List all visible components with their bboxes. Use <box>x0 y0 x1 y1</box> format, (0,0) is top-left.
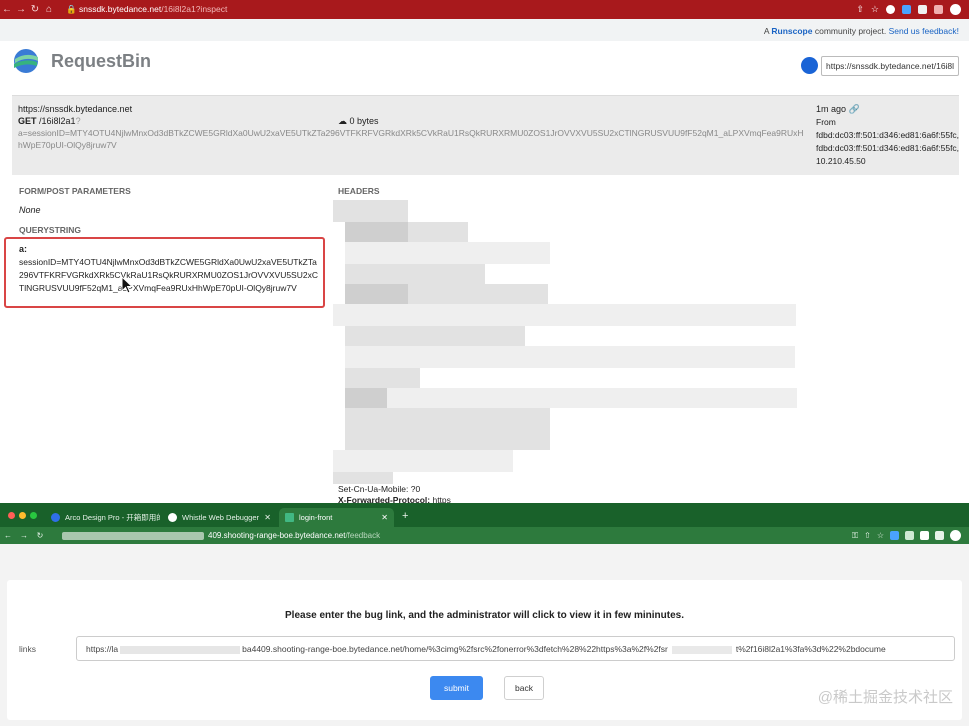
profile-avatar[interactable] <box>950 530 961 541</box>
form-params-value: None <box>19 205 41 215</box>
logo-text[interactable]: RequestBin <box>51 51 151 72</box>
reload-icon[interactable]: ↻ <box>32 531 48 540</box>
tab-label: Whistle Web Debugger <box>182 513 259 522</box>
from-ip: 10.210.45.50 <box>816 156 866 166</box>
tab-label: login-front <box>299 513 333 522</box>
from-ip: fdbd:dc03:ff:501:d346:ed81:6a6f:55fc, <box>816 143 960 153</box>
link-text: t%2f16i8l2a1%3fa%3d%22%2bdocume <box>735 644 886 654</box>
requestbin-header: RequestBin https://snssdk.bytedance.net/… <box>0 41 969 93</box>
home-icon[interactable]: ⌂ <box>42 4 56 15</box>
puzzle-icon[interactable] <box>920 531 929 540</box>
forward-icon[interactable]: → <box>14 4 28 15</box>
tab-whistle[interactable]: Whistle Web Debugger ✕ <box>162 508 277 527</box>
form-params-heading: FORM/POST PARAMETERS <box>19 186 131 196</box>
redacted-link-part <box>120 645 241 654</box>
from-label: From <box>816 117 836 127</box>
bin-url-field[interactable]: https://snssdk.bytedance.net/16i8l <box>821 56 959 76</box>
submit-button[interactable]: submit <box>430 676 483 700</box>
querystring-highlight: a: sessionID=MTY4OTU4NjlwMnxOd3dBTkZCWE5… <box>4 237 325 308</box>
querystring-key: a: <box>19 244 28 254</box>
request-path-q: ? <box>75 116 81 126</box>
arco-favicon-icon <box>51 513 60 522</box>
maximize-window-icon[interactable] <box>30 512 37 519</box>
back-icon[interactable]: ← <box>0 531 16 540</box>
requestbin-logo-icon[interactable] <box>12 48 40 74</box>
feedback-prompt: Please enter the bug link, and the admin… <box>285 610 684 621</box>
close-tab-icon[interactable]: ✕ <box>381 513 388 522</box>
mouse-pointer-icon <box>121 276 133 294</box>
header-line: Set-Cn-Ua-Mobile: ?0 <box>338 484 421 494</box>
age-value: 1m ago <box>816 104 847 114</box>
tab-login-front[interactable]: login-front ✕ <box>279 508 394 527</box>
bottom-address-bar: ← → ↻ 409.shooting-range-boe.bytedance.n… <box>0 527 969 544</box>
request-age: 1m ago 🔗 <box>816 104 860 115</box>
request-line: GET /16i8l2a1? <box>18 116 81 126</box>
close-window-icon[interactable] <box>8 512 15 519</box>
forward-icon[interactable]: → <box>16 531 32 540</box>
sidebar-icon[interactable] <box>935 531 944 540</box>
share-icon[interactable]: ⇧ <box>856 4 864 15</box>
tab-label: Arco Design Pro - 开箱即用的中 <box>65 513 160 522</box>
share-icon[interactable]: ⇧ <box>864 531 871 540</box>
whistle-favicon-icon <box>168 513 177 522</box>
star-icon[interactable]: ☆ <box>877 531 884 540</box>
profile-avatar[interactable] <box>950 4 961 15</box>
vue-favicon-icon <box>285 513 294 522</box>
url-path: /feedback <box>345 531 381 540</box>
request-summary: https://snssdk.bytedance.net GET /16i8l2… <box>12 95 959 175</box>
reload-icon[interactable]: ↻ <box>28 4 42 15</box>
size-value: 0 bytes <box>349 116 379 126</box>
extension-icon[interactable] <box>886 5 895 14</box>
star-icon[interactable]: ☆ <box>871 4 879 15</box>
extension-icon[interactable] <box>905 531 914 540</box>
extension-icon[interactable] <box>902 5 911 14</box>
key-icon[interactable]: ⚿ <box>852 531 858 541</box>
request-path: /16i8l2a1 <box>39 116 76 126</box>
feedback-link[interactable]: Send us feedback! <box>889 26 959 36</box>
sidebar-icon[interactable] <box>934 5 943 14</box>
tab-arco-design[interactable]: Arco Design Pro - 开箱即用的中 ✕ <box>45 508 160 527</box>
request-host: https://snssdk.bytedance.net <box>18 104 133 114</box>
request-query: a=sessionID=MTY4OTU4NjlwMnxOd3dBTkZCWE5G… <box>18 128 804 150</box>
window-controls <box>0 512 45 527</box>
runscope-prefix: A <box>763 26 770 36</box>
close-tab-icon[interactable]: ✕ <box>264 513 271 522</box>
from-ip: fdbd:dc03:ff:501:d346:ed81:6a6f:55fc, <box>816 130 960 140</box>
top-address-bar[interactable]: 🔒 snssdk.bytedance.net/16i8l2a1?inspect <box>66 4 227 15</box>
redacted-link-part <box>671 645 732 654</box>
request-method: GET <box>18 116 37 126</box>
querystring-heading: QUERYSTRING <box>19 225 82 235</box>
runscope-bar: A Runscope community project. Send us fe… <box>0 19 969 41</box>
url-host: 409.shooting-range-boe.bytedance.net <box>208 531 346 540</box>
links-label: links <box>19 644 37 654</box>
puzzle-icon[interactable] <box>918 5 927 14</box>
link-text: https://la <box>86 644 119 654</box>
link-icon[interactable]: 🔗 <box>849 104 860 114</box>
redacted-url-part <box>62 531 204 540</box>
request-size: ☁ 0 bytes <box>338 116 379 127</box>
back-icon[interactable]: ← <box>0 4 14 15</box>
bottom-browser-tabbar: Arco Design Pro - 开箱即用的中 ✕ Whistle Web D… <box>0 503 969 527</box>
watermark: @稀土掘金技术社区 <box>817 689 953 706</box>
url-host: snssdk.bytedance.net <box>78 4 162 14</box>
feedback-page: Please enter the bug link, and the admin… <box>0 544 969 726</box>
bottom-url[interactable]: 409.shooting-range-boe.bytedance.net/fee… <box>208 531 380 540</box>
runscope-link[interactable]: Runscope <box>771 26 812 36</box>
back-button[interactable]: back <box>504 676 544 700</box>
request-from: From fdbd:dc03:ff:501:d346:ed81:6a6f:55f… <box>816 116 959 168</box>
top-browser-toolbar: ← → ↻ ⌂ 🔒 snssdk.bytedance.net/16i8l2a1?… <box>0 0 969 19</box>
lock-icon: 🔒 <box>66 4 77 14</box>
cloud-icon: ☁ <box>338 116 347 126</box>
link-text: ba4409.shooting-range-boe.bytedance.net/… <box>242 644 668 654</box>
bin-color-dot <box>801 57 818 74</box>
extension-icon[interactable] <box>890 531 899 540</box>
headers-heading: HEADERS <box>338 186 380 196</box>
links-input[interactable]: https://la ba4409.shooting-range-boe.byte… <box>76 636 955 661</box>
minimize-window-icon[interactable] <box>19 512 26 519</box>
querystring-value: sessionID=MTY4OTU4NjlwMnxOd3dBTkZCWE5GRl… <box>19 257 318 293</box>
new-tab-icon[interactable]: + <box>396 510 416 527</box>
url-path: /16i8l2a1?inspect <box>161 4 228 14</box>
runscope-text: community project. <box>814 26 887 36</box>
